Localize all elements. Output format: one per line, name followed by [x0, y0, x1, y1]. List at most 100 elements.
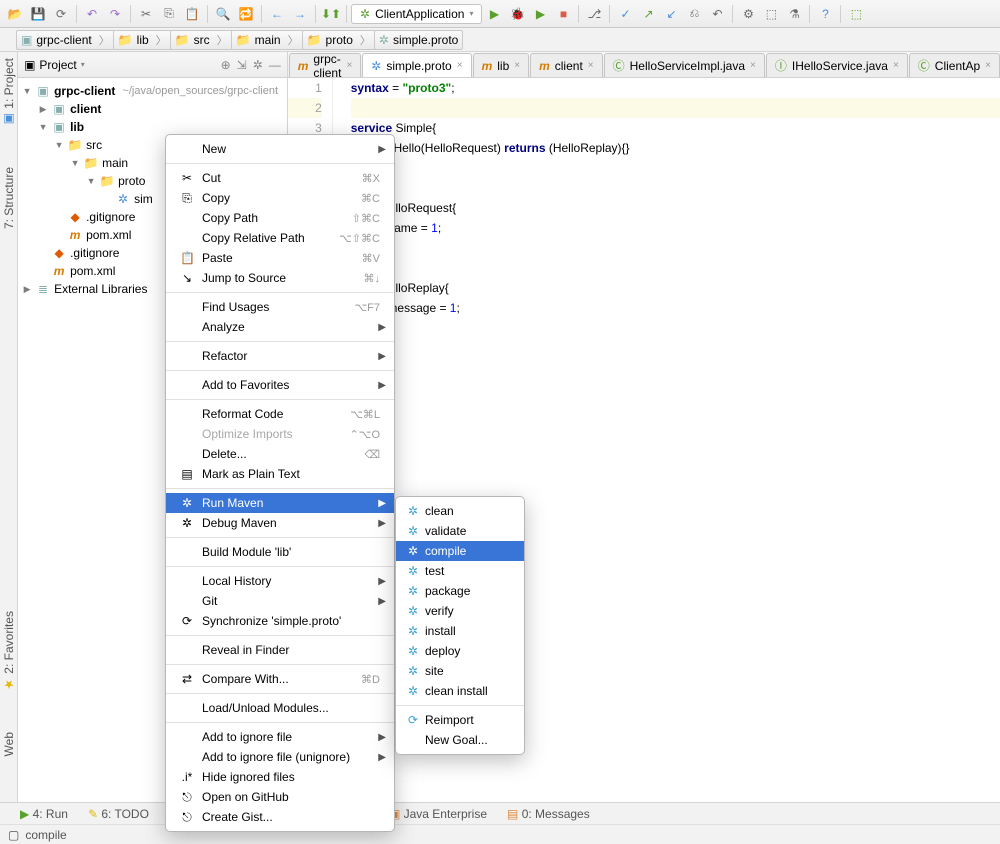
- collapse-icon[interactable]: ⇲: [237, 58, 247, 72]
- web-tool-tab[interactable]: Web: [2, 732, 16, 756]
- menu-item[interactable]: 📋Paste⌘V: [166, 248, 394, 268]
- status-icon[interactable]: ▢: [8, 828, 19, 842]
- rollback-icon[interactable]: ↶: [706, 3, 728, 25]
- find-icon[interactable]: 🔍: [212, 3, 234, 25]
- submenu-item[interactable]: ✲deploy: [396, 641, 524, 661]
- submenu-item[interactable]: ✲test: [396, 561, 524, 581]
- breadcrumb-item[interactable]: 📁src: [170, 30, 233, 50]
- menu-item[interactable]: Delete...⌫: [166, 444, 394, 464]
- menu-item[interactable]: .i*Hide ignored files: [166, 767, 394, 787]
- editor-tab[interactable]: ⒸClientAp×: [909, 53, 1000, 77]
- menu-item[interactable]: Local History▶: [166, 571, 394, 591]
- menu-item[interactable]: Add to ignore file▶: [166, 727, 394, 747]
- submenu-item[interactable]: New Goal...: [396, 730, 524, 750]
- menu-item[interactable]: Analyze▶: [166, 317, 394, 337]
- copy-icon[interactable]: ⎘: [158, 3, 180, 25]
- menu-item[interactable]: ⇄Compare With...⌘D: [166, 669, 394, 689]
- menu-item[interactable]: ⎘Copy⌘C: [166, 188, 394, 208]
- settings-icon[interactable]: ⚙: [737, 3, 759, 25]
- back-icon[interactable]: ←: [266, 3, 288, 25]
- undo-icon[interactable]: ↶: [81, 3, 103, 25]
- save-icon[interactable]: 💾: [27, 3, 49, 25]
- sync-icon[interactable]: ⟳: [50, 3, 72, 25]
- debug-icon[interactable]: 🐞: [506, 3, 528, 25]
- javaee-tool-tab[interactable]: ▣ Java Enterprise: [389, 807, 487, 821]
- paste-icon[interactable]: 📋: [181, 3, 203, 25]
- update-icon[interactable]: ✓: [614, 3, 636, 25]
- submenu-item[interactable]: ✲validate: [396, 521, 524, 541]
- menu-item[interactable]: ⎋Create Gist...: [166, 807, 394, 827]
- project-tool-tab[interactable]: ▣1: Project: [2, 58, 16, 127]
- breadcrumb-item[interactable]: 📁lib: [113, 30, 172, 50]
- submenu-item[interactable]: ✲clean install: [396, 681, 524, 701]
- structure-icon[interactable]: ⬚: [760, 3, 782, 25]
- forward-icon[interactable]: →: [289, 3, 311, 25]
- build-icon[interactable]: ⬇⬆: [320, 3, 342, 25]
- submenu-item[interactable]: ✲clean: [396, 501, 524, 521]
- favorites-tool-tab[interactable]: ★2: Favorites: [2, 611, 16, 692]
- run-configuration-selector[interactable]: ✲ClientApplication▾: [351, 4, 482, 24]
- menu-item[interactable]: Copy Relative Path⌥⇧⌘C: [166, 228, 394, 248]
- menu-item[interactable]: Copy Path⇧⌘C: [166, 208, 394, 228]
- breadcrumb-item[interactable]: ✲simple.proto: [374, 30, 463, 50]
- submenu-item[interactable]: ⟳Reimport: [396, 710, 524, 730]
- messages-tool-tab[interactable]: ▤ 0: Messages: [507, 807, 590, 821]
- vcs-icon[interactable]: ⎇: [583, 3, 605, 25]
- submenu-item[interactable]: ✲verify: [396, 601, 524, 621]
- todo-tool-tab[interactable]: ✎ 6: TODO: [88, 807, 149, 821]
- project-view-selector[interactable]: ▣ Project ▾: [24, 58, 214, 72]
- jrebel-icon[interactable]: ⬚: [845, 3, 867, 25]
- close-icon[interactable]: ×: [985, 60, 991, 71]
- menu-item[interactable]: Build Module 'lib': [166, 542, 394, 562]
- cut-icon[interactable]: ✂: [135, 3, 157, 25]
- menu-item[interactable]: Optimize Imports⌃⌥O: [166, 424, 394, 444]
- settings-icon[interactable]: ✲: [253, 58, 263, 72]
- commit-icon[interactable]: ↗: [637, 3, 659, 25]
- menu-item[interactable]: ⎋Open on GitHub: [166, 787, 394, 807]
- menu-item[interactable]: ✲Debug Maven▶: [166, 513, 394, 533]
- close-icon[interactable]: ×: [588, 60, 594, 71]
- breadcrumb-item[interactable]: ▣grpc-client: [16, 30, 115, 50]
- run-icon[interactable]: ▶: [483, 3, 505, 25]
- revert-icon[interactable]: ⎌: [683, 3, 705, 25]
- menu-item[interactable]: New▶: [166, 139, 394, 159]
- close-icon[interactable]: ×: [750, 60, 756, 71]
- close-icon[interactable]: ×: [346, 60, 352, 71]
- close-icon[interactable]: ×: [514, 60, 520, 71]
- editor-tab[interactable]: mlib×: [473, 53, 530, 77]
- sdk-icon[interactable]: ⚗: [783, 3, 805, 25]
- submenu-item[interactable]: ✲package: [396, 581, 524, 601]
- editor-tab[interactable]: mclient×: [530, 53, 603, 77]
- menu-item[interactable]: Git▶: [166, 591, 394, 611]
- open-icon[interactable]: 📂: [4, 3, 26, 25]
- breadcrumb-item[interactable]: 📁main: [231, 30, 304, 50]
- history-icon[interactable]: ↙: [660, 3, 682, 25]
- replace-icon[interactable]: 🔁: [235, 3, 257, 25]
- menu-item[interactable]: Load/Unload Modules...: [166, 698, 394, 718]
- tree-row[interactable]: ▼▣grpc-client~/java/open_sources/grpc-cl…: [18, 82, 287, 100]
- redo-icon[interactable]: ↷: [104, 3, 126, 25]
- breadcrumb-item[interactable]: 📁proto: [302, 30, 376, 50]
- scroll-from-icon[interactable]: ⊕: [221, 58, 231, 72]
- stop-icon[interactable]: ■: [552, 3, 574, 25]
- run-tool-tab[interactable]: ▶ 4: Run: [20, 807, 68, 821]
- submenu-item[interactable]: ✲site: [396, 661, 524, 681]
- submenu-item[interactable]: ✲compile: [396, 541, 524, 561]
- close-icon[interactable]: ×: [893, 60, 899, 71]
- editor-tab[interactable]: mgrpc-client×: [289, 53, 362, 77]
- editor-tab[interactable]: ✲simple.proto×: [362, 53, 471, 77]
- menu-item[interactable]: ↘Jump to Source⌘↓: [166, 268, 394, 288]
- menu-item[interactable]: Find Usages⌥F7: [166, 297, 394, 317]
- menu-item[interactable]: ✲Run Maven▶: [166, 493, 394, 513]
- menu-item[interactable]: Add to Favorites▶: [166, 375, 394, 395]
- coverage-icon[interactable]: ▶: [529, 3, 551, 25]
- submenu-item[interactable]: ✲install: [396, 621, 524, 641]
- menu-item[interactable]: ⟳Synchronize 'simple.proto': [166, 611, 394, 631]
- menu-item[interactable]: Reveal in Finder: [166, 640, 394, 660]
- structure-tool-tab[interactable]: 7: Structure: [2, 167, 16, 229]
- menu-item[interactable]: ✂Cut⌘X: [166, 168, 394, 188]
- tree-row[interactable]: ▶▣client: [18, 100, 287, 118]
- help-icon[interactable]: ?: [814, 3, 836, 25]
- hide-icon[interactable]: —: [269, 58, 281, 72]
- menu-item[interactable]: Refactor▶: [166, 346, 394, 366]
